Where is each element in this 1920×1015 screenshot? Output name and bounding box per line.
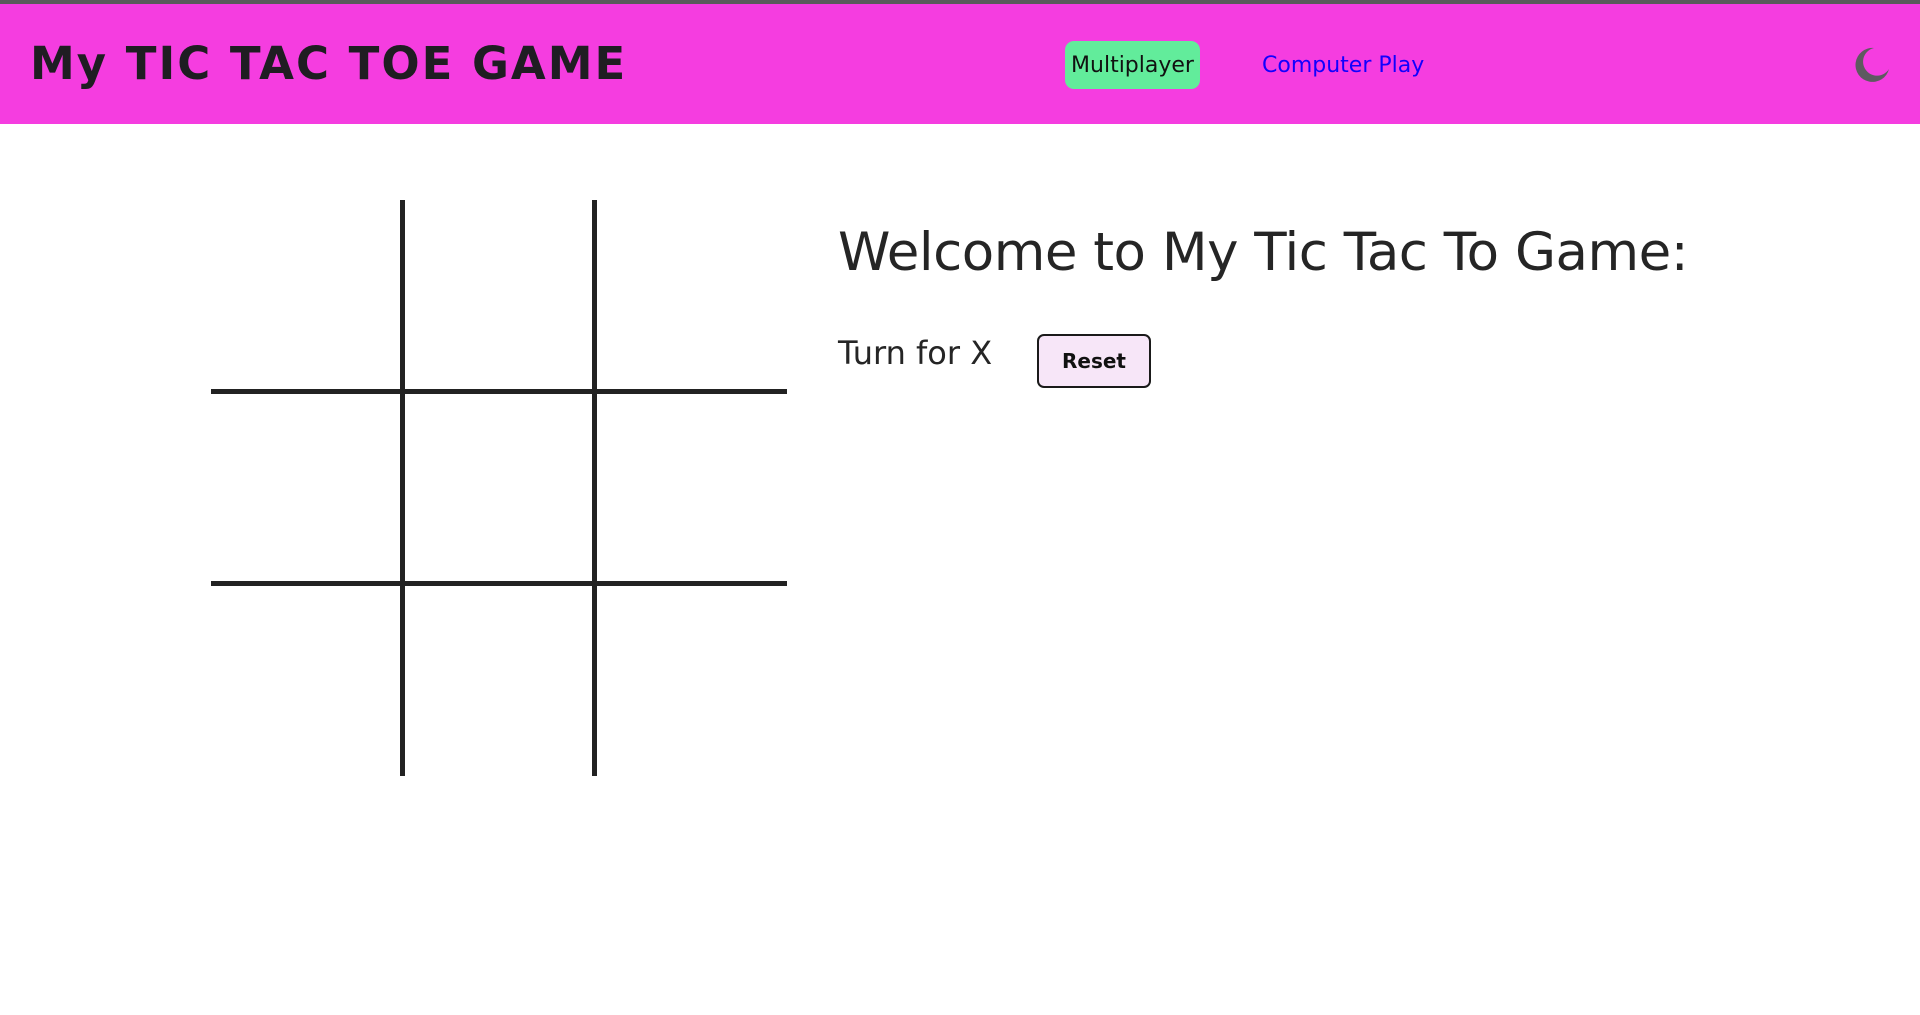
board-cell-7[interactable] bbox=[211, 584, 403, 776]
nav-computer-play-link[interactable]: Computer Play bbox=[1262, 41, 1424, 89]
board-cell-8[interactable] bbox=[403, 584, 595, 776]
game-board bbox=[211, 200, 787, 776]
board-cell-9[interactable] bbox=[595, 584, 787, 776]
grid-line-vertical-1 bbox=[400, 200, 405, 776]
grid-line-horizontal-1 bbox=[211, 389, 787, 394]
board-cell-4[interactable] bbox=[211, 392, 403, 584]
brand-title: My TIC TAC TOE GAME bbox=[30, 37, 628, 90]
grid-line-horizontal-2 bbox=[211, 581, 787, 586]
grid-line-vertical-2 bbox=[592, 200, 597, 776]
welcome-heading: Welcome to My Tic Tac To Game: bbox=[838, 222, 1689, 283]
reset-button[interactable]: Reset bbox=[1037, 334, 1151, 388]
moon-icon-graphic bbox=[1855, 47, 1889, 82]
board-cell-2[interactable] bbox=[403, 200, 595, 392]
board-cell-1[interactable] bbox=[211, 200, 403, 392]
moon-icon[interactable] bbox=[1852, 45, 1892, 85]
nav-multiplayer-link[interactable]: Multiplayer bbox=[1065, 41, 1200, 89]
board-cell-6[interactable] bbox=[595, 392, 787, 584]
navbar: My TIC TAC TOE GAME Multiplayer Computer… bbox=[0, 4, 1920, 124]
board-cell-5[interactable] bbox=[403, 392, 595, 584]
board-cell-3[interactable] bbox=[595, 200, 787, 392]
turn-indicator: Turn for X bbox=[838, 334, 993, 372]
